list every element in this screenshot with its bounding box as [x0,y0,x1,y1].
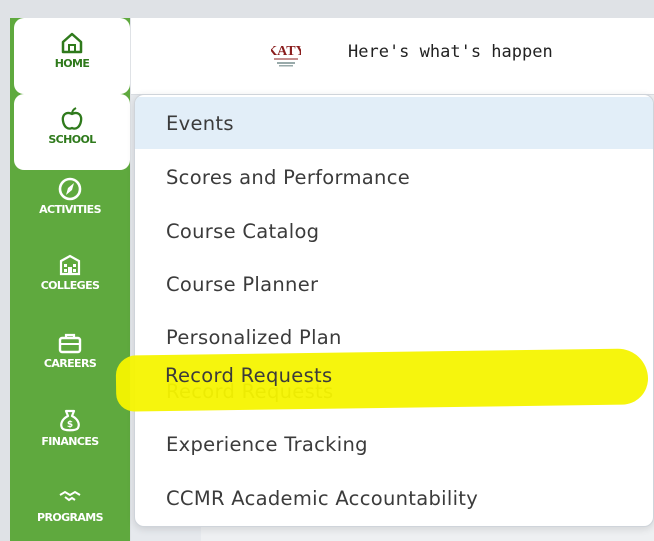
main-sidebar: HOME SCHOOL ACTIVITIES COLLEGES CAREERS … [10,18,130,541]
menu-item-label: Course Catalog [166,219,320,243]
menu-item-course-planner[interactable]: Course Planner [135,258,653,310]
menu-item-label: CCMR Academic Accountability [166,486,479,510]
page-header: KATY Here's what's happen [131,18,654,95]
menu-item-experience-tracking[interactable]: Experience Tracking [135,418,653,470]
money-bag-icon: $ [60,409,80,432]
menu-item-label: Course Planner [166,272,319,296]
record-requests-highlight [115,348,649,412]
menu-item-label: Scores and Performance [166,165,411,189]
sidebar-item-label: FINANCES [41,435,99,448]
sidebar-item-label: COLLEGES [40,279,100,292]
sidebar-item-label: PROGRAMS [37,511,104,524]
svg-text:$: $ [67,420,73,430]
menu-item-label: Personalized Plan [166,325,342,349]
header-message: Here's what's happen [348,42,553,62]
menu-item-scores-and-performance[interactable]: Scores and Performance [135,151,653,203]
sidebar-item-programs[interactable]: PROGRAMS [10,484,130,541]
menu-item-course-catalog[interactable]: Course Catalog [135,205,653,257]
sidebar-item-finances[interactable]: $ FINANCES [10,408,130,472]
sidebar-item-colleges[interactable]: COLLEGES [10,252,130,316]
college-building-icon [59,254,81,276]
menu-item-label: Experience Tracking [166,432,368,456]
sidebar-item-school[interactable]: SCHOOL [14,94,130,170]
sidebar-item-label: CAREERS [43,357,97,370]
sidebar-item-careers[interactable]: CAREERS [10,330,130,394]
sidebar-item-label: SCHOOL [48,133,96,146]
sidebar-item-home[interactable]: HOME [14,18,130,94]
briefcase-icon [58,333,82,354]
apple-icon [61,107,83,130]
menu-item-events[interactable]: Events [135,97,653,149]
katy-logo: KATY [271,39,301,69]
sidebar-item-label: ACTIVITIES [39,203,101,216]
sidebar-item-label: HOME [54,57,90,70]
menu-item-label: Events [166,111,234,135]
sidebar-item-activities[interactable]: ACTIVITIES [10,176,130,240]
school-dropdown-menu: Events Scores and Performance Course Cat… [134,94,654,527]
menu-item-ccmr-academic-accountability[interactable]: CCMR Academic Accountability [135,472,653,524]
compass-icon [58,177,82,201]
handshake-icon [59,490,81,502]
home-icon [61,32,83,54]
svg-text:KATY: KATY [271,44,301,59]
